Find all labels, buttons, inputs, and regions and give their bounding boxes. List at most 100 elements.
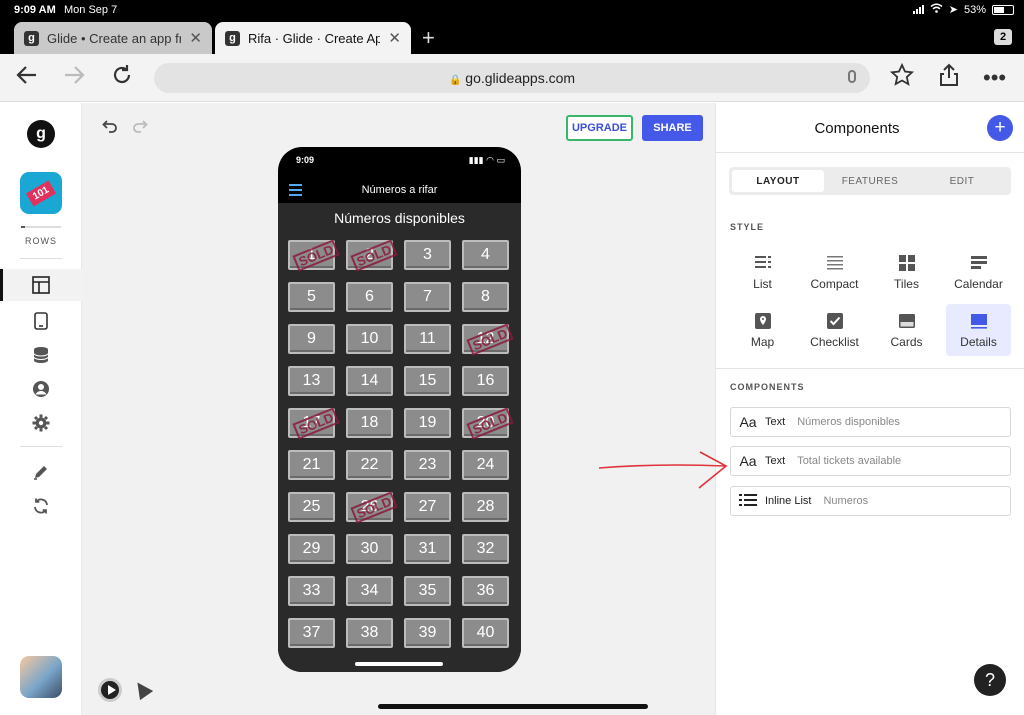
ticket-cell[interactable]: 33 [288, 576, 335, 606]
url-field[interactable]: 🔒 go.glideapps.com [154, 63, 870, 93]
component-row-text[interactable]: Aa Text Total tickets available [730, 446, 1011, 476]
ticket-cell[interactable]: 4 [462, 240, 509, 270]
ticket-cell[interactable]: 24 [462, 450, 509, 480]
phone-preview-icon[interactable] [26, 306, 56, 336]
ticket-cell[interactable]: 27 [404, 492, 451, 522]
pencil-edit-icon[interactable] [26, 457, 56, 487]
ticket-cell[interactable]: 16 [462, 366, 509, 396]
ticket-cell[interactable]: 7 [404, 282, 451, 312]
ticket-cell[interactable]: 6 [346, 282, 393, 312]
components-section-label: COMPONENTS [730, 382, 805, 392]
ticket-cell[interactable]: 8 [462, 282, 509, 312]
ticket-cell[interactable]: 21 [288, 450, 335, 480]
help-button[interactable]: ? [974, 664, 1006, 696]
cursor-pointer-icon[interactable] [130, 677, 154, 701]
ticket-cell[interactable]: 39 [404, 618, 451, 648]
ticket-grid: 1 SOLD 2 SOLD 3 4 5 6 7 8 9 10 11 12 SOLD 13 14 15 16 17 SOL… [288, 239, 514, 648]
reload-icon[interactable] [109, 62, 135, 95]
close-tab-icon[interactable]: ✕ [189, 29, 202, 47]
style-calendar[interactable]: Calendar [946, 246, 1011, 298]
forward-arrow-icon[interactable] [61, 62, 87, 95]
sold-stamp: SOLD [466, 407, 514, 440]
component-row-inline-list[interactable]: Inline List Numeros [730, 486, 1011, 516]
ticket-cell[interactable]: 18 [346, 408, 393, 438]
ticket-cell[interactable]: 28 [462, 492, 509, 522]
ticket-cell[interactable]: 17 SOLD [288, 407, 340, 440]
ticket-cell[interactable]: 30 [346, 534, 393, 564]
ticket-cell[interactable]: 31 [404, 534, 451, 564]
style-list[interactable]: List [730, 246, 795, 298]
style-cards[interactable]: Cards [874, 304, 939, 356]
ticket-cell[interactable]: 34 [346, 576, 393, 606]
redo-icon[interactable] [132, 118, 150, 139]
ticket-cell[interactable]: 35 [404, 576, 451, 606]
glide-logo[interactable]: g [27, 120, 55, 148]
ticket-cell[interactable]: 2 SOLD [346, 239, 398, 272]
ticket-cell[interactable]: 9 [288, 324, 335, 354]
add-component-button[interactable]: + [987, 115, 1013, 141]
ticket-cell[interactable]: 15 [404, 366, 451, 396]
sync-icon[interactable] [26, 491, 56, 521]
database-icon[interactable] [26, 340, 56, 370]
ticket-cell[interactable]: 13 [288, 366, 335, 396]
ticket-cell[interactable]: 25 [288, 492, 335, 522]
tab-features[interactable]: FEATURES [824, 170, 916, 192]
ticket-cell[interactable]: 23 [404, 450, 451, 480]
undo-icon[interactable] [100, 118, 118, 139]
play-preview-icon[interactable] [98, 678, 122, 702]
back-arrow-icon[interactable] [14, 62, 40, 95]
user-account-icon[interactable] [26, 374, 56, 404]
ticket-cell[interactable]: 32 [462, 534, 509, 564]
settings-gear-icon[interactable] [26, 408, 56, 438]
tab-glide-home[interactable]: g Glide • Create an app fro ✕ [14, 22, 212, 54]
ticket-cell[interactable]: 11 [404, 324, 451, 354]
ticket-cell[interactable]: 12 SOLD [462, 323, 514, 356]
style-details[interactable]: Details [946, 304, 1011, 356]
address-toolbar: 🔒 go.glideapps.com ••• [0, 54, 1024, 102]
phone-home-indicator [355, 662, 443, 666]
cellular-signal-icon [912, 5, 924, 14]
app-icon[interactable]: 101 [20, 172, 62, 214]
more-options-icon[interactable]: ••• [983, 65, 1006, 91]
ticket-number: 25 [302, 498, 321, 515]
style-compact[interactable]: Compact [802, 246, 867, 298]
ticket-cell[interactable]: 38 [346, 618, 393, 648]
layout-icon[interactable] [26, 270, 56, 300]
tab-layout[interactable]: LAYOUT [732, 170, 824, 192]
tab-rifa[interactable]: g Rifa · Glide · Create Apps ✕ [215, 22, 411, 54]
lock-icon: 🔒 [448, 75, 462, 86]
tab-count[interactable]: 2 [994, 29, 1012, 45]
checklist-icon [826, 311, 844, 331]
new-tab-icon[interactable]: + [422, 25, 435, 51]
ticket-cell[interactable]: 5 [288, 282, 335, 312]
component-row-text[interactable]: Aa Text Números disponibles [730, 407, 1011, 437]
ticket-cell[interactable]: 19 [404, 408, 451, 438]
style-tiles[interactable]: Tiles [874, 246, 939, 298]
ticket-number: 7 [423, 288, 432, 305]
ticket-cell[interactable]: 1 SOLD [288, 239, 340, 272]
ticket-cell[interactable]: 20 SOLD [462, 407, 514, 440]
url-text: 🔒 go.glideapps.com [154, 70, 870, 86]
ticket-cell[interactable]: 29 [288, 534, 335, 564]
close-tab-icon[interactable]: ✕ [388, 29, 401, 47]
ticket-cell[interactable]: 3 [404, 240, 451, 270]
location-icon: ➤ [948, 4, 958, 16]
microphone-icon[interactable] [848, 70, 856, 83]
rows-label: ROWS [25, 236, 57, 246]
ticket-cell[interactable]: 22 [346, 450, 393, 480]
style-map[interactable]: Map [730, 304, 795, 356]
ticket-cell[interactable]: 40 [462, 618, 509, 648]
style-checklist[interactable]: Checklist [802, 304, 867, 356]
tab-edit[interactable]: EDIT [916, 170, 1008, 192]
ticket-cell[interactable]: 37 [288, 618, 335, 648]
bookmark-star-icon[interactable] [889, 62, 915, 95]
upgrade-button[interactable]: UPGRADE [566, 115, 633, 141]
ticket-cell[interactable]: 10 [346, 324, 393, 354]
share-button[interactable]: SHARE [642, 115, 703, 141]
user-avatar[interactable] [20, 656, 62, 698]
ticket-cell[interactable]: 14 [346, 366, 393, 396]
phone-preview[interactable]: 9:09 ▮▮▮ ◠ ▭ Números a rifar Números dis… [278, 147, 521, 672]
share-icon[interactable] [936, 62, 962, 95]
ticket-cell[interactable]: 26 SOLD [346, 491, 398, 524]
ticket-cell[interactable]: 36 [462, 576, 509, 606]
